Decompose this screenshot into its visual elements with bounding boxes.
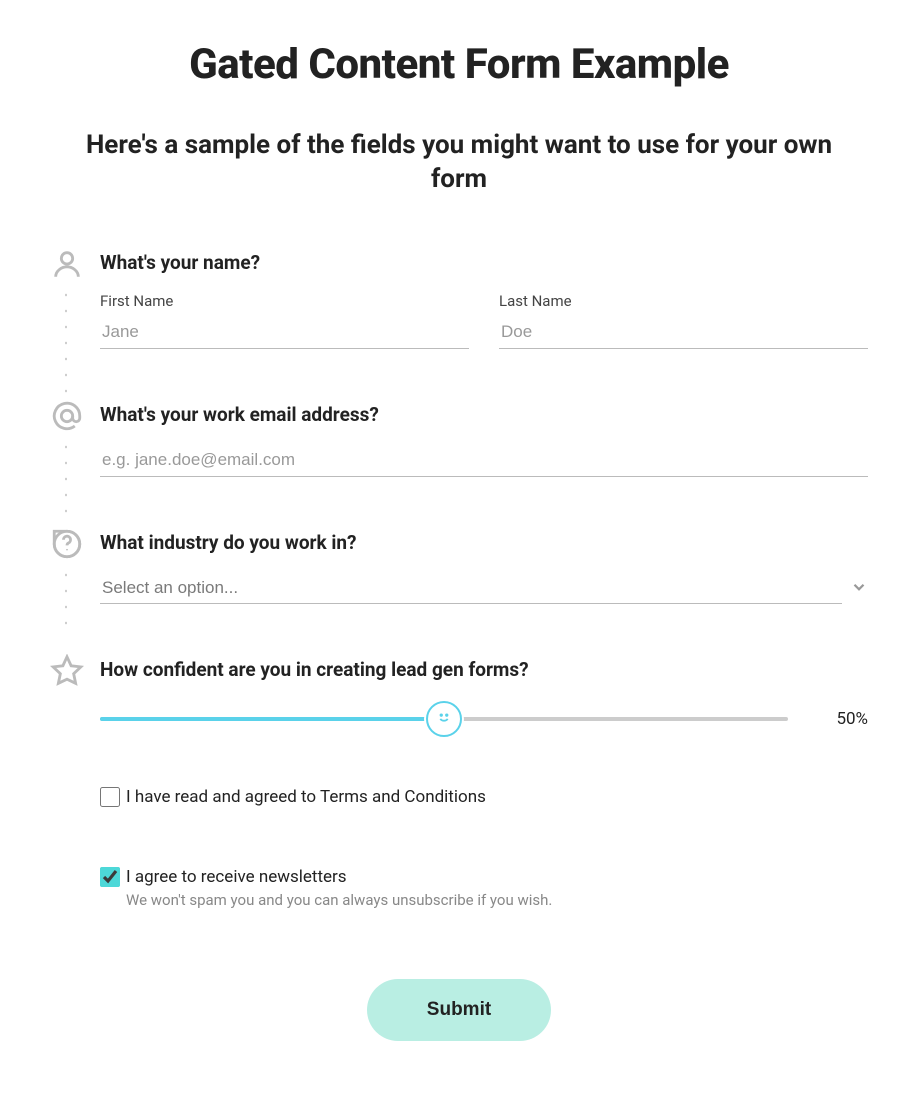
person-icon	[50, 247, 84, 285]
terms-label: I have read and agreed to Terms and Cond…	[126, 787, 486, 807]
industry-select[interactable]: Select an option...	[100, 572, 842, 604]
slider-fill	[100, 717, 444, 721]
at-sign-icon	[50, 399, 84, 437]
smile-icon	[433, 706, 455, 732]
slider-value-text: 50%	[818, 709, 868, 729]
chevron-down-icon	[850, 578, 868, 600]
page-title: Gated Content Form Example	[50, 40, 868, 89]
star-icon	[50, 654, 84, 692]
newsletter-checkbox[interactable]	[100, 867, 120, 887]
form-column: What's your name? First Name Last Name	[50, 247, 868, 1041]
confidence-slider[interactable]	[100, 701, 788, 737]
first-name-label: First Name	[100, 292, 469, 310]
submit-button[interactable]: Submit	[367, 979, 551, 1041]
intro-heading: Here's a sample of the fields you might …	[50, 129, 868, 197]
name-question-label: What's your name?	[100, 251, 868, 274]
timeline-dots	[65, 287, 67, 402]
last-name-label: Last Name	[499, 292, 868, 310]
question-bubble-icon	[50, 527, 84, 565]
newsletter-label: I agree to receive newsletters	[126, 867, 552, 887]
slider-thumb[interactable]	[426, 701, 462, 737]
last-name-input[interactable]	[499, 316, 868, 349]
newsletter-subtext: We won't spam you and you can always uns…	[126, 891, 552, 909]
timeline-dots	[65, 567, 67, 637]
email-input[interactable]	[100, 444, 868, 477]
confidence-question-label: How confident are you in creating lead g…	[100, 658, 868, 681]
terms-checkbox[interactable]	[100, 787, 120, 807]
timeline-dots	[65, 439, 67, 519]
industry-question-label: What industry do you work in?	[100, 531, 868, 554]
first-name-input[interactable]	[100, 316, 469, 349]
email-question-label: What's your work email address?	[100, 403, 868, 426]
